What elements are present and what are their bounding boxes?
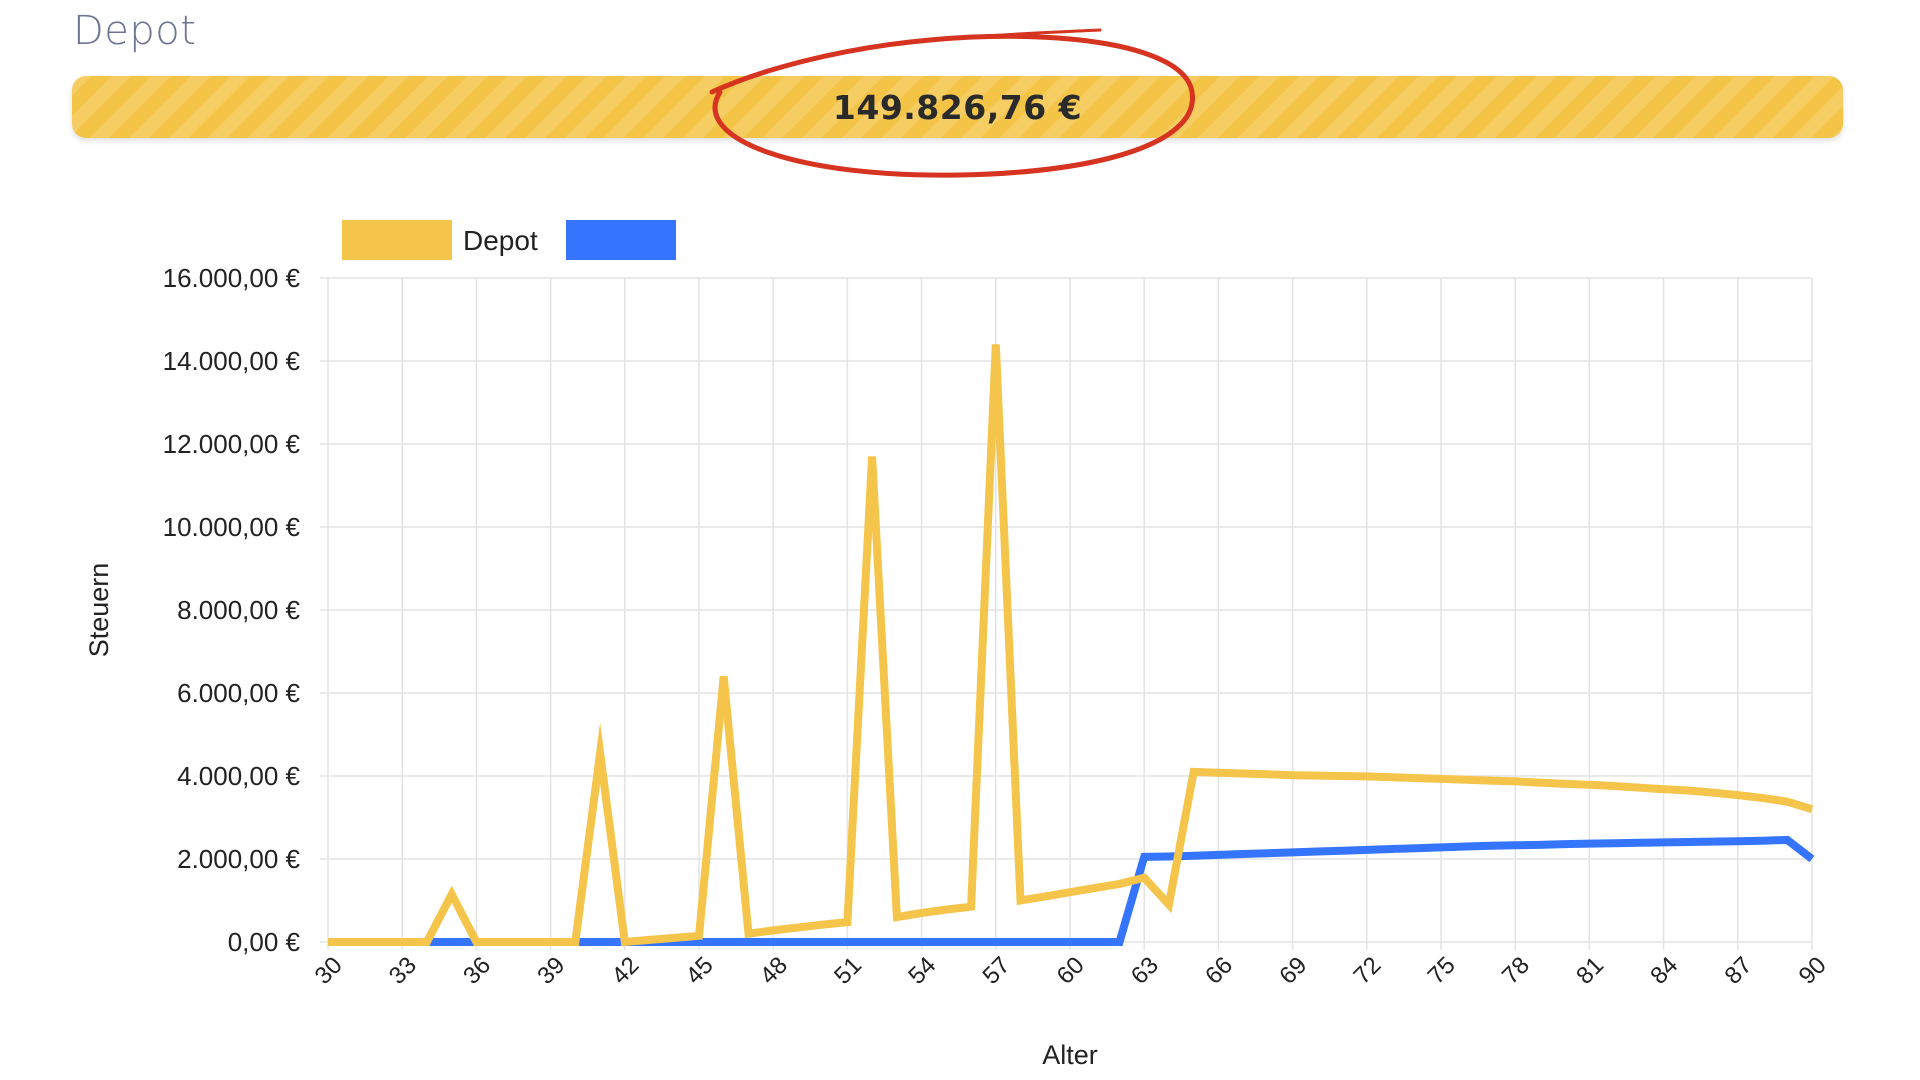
x-tick-label: 51 (829, 952, 867, 990)
x-tick-label: 69 (1274, 952, 1312, 990)
x-tick-label: 63 (1126, 952, 1164, 990)
x-tick-label: 48 (755, 952, 793, 990)
x-tick-label: 30 (310, 952, 348, 990)
x-tick-label: 39 (532, 952, 570, 990)
x-tick-label: 72 (1349, 952, 1387, 990)
section-title: Depot (73, 8, 197, 54)
legend-swatch-depot (342, 220, 452, 260)
y-tick-label: 0,00 € (228, 927, 301, 957)
x-tick-label: 87 (1720, 952, 1758, 990)
x-tick-label: 90 (1794, 952, 1832, 990)
x-tick-label: 57 (978, 952, 1016, 990)
x-tick-label: 66 (1200, 952, 1238, 990)
line-chart: 30 33 36 39 42 45 48 51 54 57 60 63 66 69 72 75 78 81 84 87… (84, 220, 1832, 1070)
x-tick-label: 84 (1645, 952, 1683, 990)
depot-total-bar: 149.826,76 € (72, 76, 1843, 138)
x-tick-label: 78 (1497, 952, 1535, 990)
x-tick-label: 45 (681, 952, 719, 990)
y-tick-label: 12.000,00 € (163, 429, 301, 459)
y-tick-label: 16.000,00 € (163, 263, 301, 293)
y-tick-label: 14.000,00 € (163, 346, 301, 376)
x-tick-label: 33 (384, 952, 422, 990)
x-tick-label: 54 (903, 952, 941, 990)
x-tick-label: 75 (1423, 952, 1461, 990)
y-tick-label: 10.000,00 € (163, 512, 301, 542)
depot-total-value: 149.826,76 € (832, 87, 1083, 127)
y-tick-label: 4.000,00 € (177, 761, 300, 791)
y-tick-label: 6.000,00 € (177, 678, 300, 708)
x-tick-label: 42 (607, 952, 645, 990)
x-tick-label: 60 (1052, 952, 1090, 990)
y-tick-label: 8.000,00 € (177, 595, 300, 625)
legend-swatch-unlabeled (566, 220, 676, 260)
legend-label-depot: Depot (463, 225, 538, 256)
x-tick-label: 81 (1571, 952, 1609, 990)
y-tick-label: 2.000,00 € (177, 844, 300, 874)
x-axis-label: Alter (1042, 1040, 1098, 1070)
x-tick-label: 36 (458, 952, 496, 990)
y-axis-label: Steuern (84, 563, 114, 658)
